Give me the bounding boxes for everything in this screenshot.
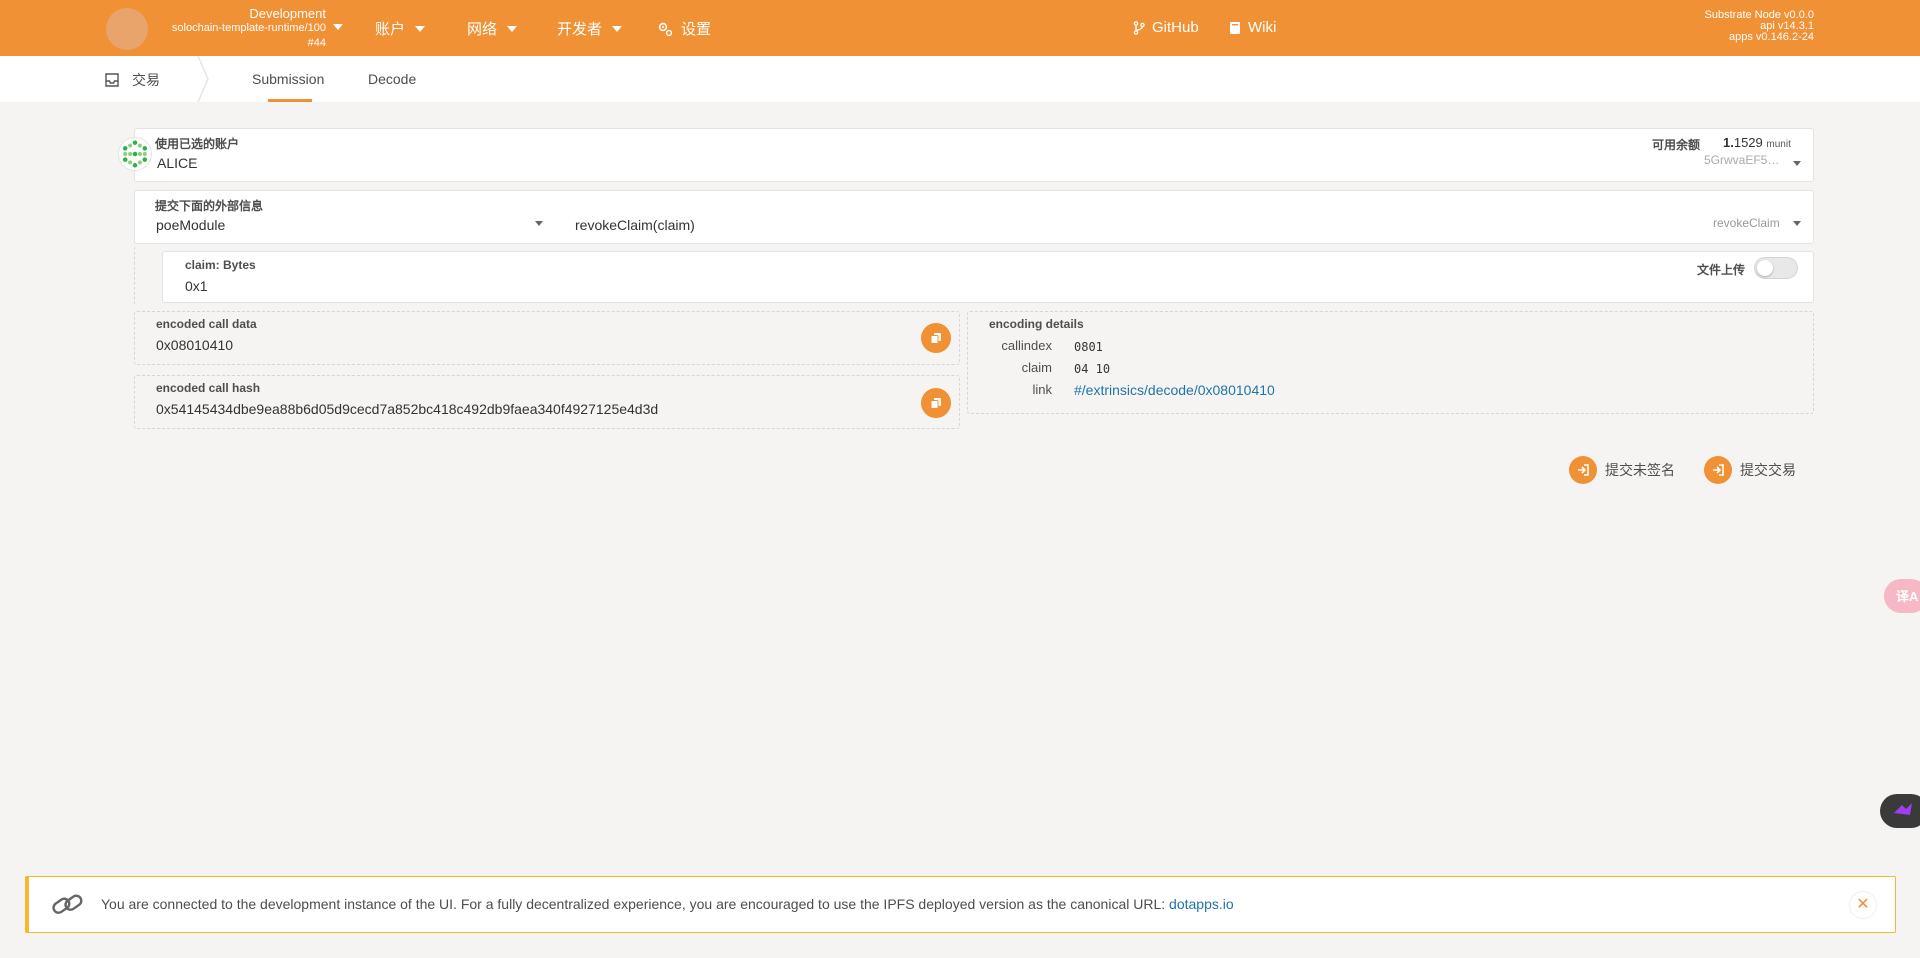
wiki-link[interactable]: Wiki — [1228, 19, 1276, 36]
call-select[interactable]: revokeClaim(claim) — [575, 217, 695, 233]
encoding-details-label: encoding details — [989, 317, 1084, 331]
claim-param-label: claim: Bytes — [185, 258, 256, 272]
link-key: link — [1032, 382, 1052, 397]
balance-label: 可用余额 — [1652, 138, 1701, 152]
tab-submission[interactable]: Submission — [252, 71, 324, 87]
copy-call-data-button[interactable] — [921, 323, 951, 353]
chevron-down-icon[interactable] — [1793, 221, 1801, 226]
chevron-down-icon — [612, 25, 623, 32]
callindex-value: 0801 — [1074, 340, 1103, 354]
encoded-call-data-value: 0x08010410 — [156, 337, 234, 353]
account-address: 5GrwvaEF5… — [1704, 153, 1780, 167]
claim-input[interactable]: 0x1 — [185, 278, 208, 294]
encoded-call-hash-value: 0x54145434dbe9ea88b6d05d9cecd7a852bc418c… — [156, 401, 659, 417]
translate-widget[interactable]: 译A — [1884, 579, 1920, 613]
chain-selector[interactable]: Development solochain-template-runtime/1… — [150, 6, 326, 51]
nav-network[interactable]: 网络 — [467, 18, 518, 39]
account-identicon — [118, 137, 152, 171]
submit-transaction-button[interactable]: 提交交易 — [1704, 456, 1796, 484]
chevron-down-icon — [415, 25, 426, 32]
submit-unsigned-button[interactable]: 提交未签名 — [1569, 456, 1675, 484]
section-title: 交易 — [104, 70, 160, 90]
translate-label: 译A — [1896, 589, 1919, 604]
nav-developer-label: 开发者 — [557, 21, 603, 38]
chevron-down-icon — [1793, 161, 1801, 166]
file-upload-label: 文件上传 — [1697, 263, 1746, 277]
extension-icon — [1894, 803, 1912, 815]
nav-settings-label: 设置 — [681, 21, 712, 38]
claim-value: 04 10 — [1074, 362, 1111, 376]
encoded-call-data: encoded call data 0x08010410 — [134, 311, 960, 365]
chevron-down-icon[interactable] — [535, 221, 543, 226]
encoded-call-hash: encoded call hash 0x54145434dbe9ea88b6d0… — [134, 375, 960, 429]
dev-instance-banner: You are connected to the development ins… — [25, 876, 1896, 933]
encoded-call-data-label: encoded call data — [156, 317, 257, 331]
active-tab-indicator — [268, 99, 312, 102]
nav-settings[interactable]: 设置 — [657, 18, 711, 39]
chevron-down-icon[interactable] — [333, 24, 343, 30]
nav-accounts[interactable]: 账户 — [375, 18, 426, 39]
balance-integer: 1. — [1723, 135, 1734, 150]
extrinsic-selector: 提交下面的外部信息 poeModule revokeClaim(claim) r… — [134, 190, 1814, 244]
copy-icon — [930, 398, 941, 409]
chain-logo[interactable] — [106, 8, 148, 50]
account-label: 使用已选的账户 — [155, 137, 240, 151]
apps-version: apps v0.146.2-24 — [1728, 31, 1814, 43]
submit-transaction-label: 提交交易 — [1740, 462, 1796, 478]
chevron-down-icon — [507, 25, 518, 32]
balance-fraction: 1529 — [1733, 135, 1763, 150]
sub-nav-bar: 交易 Submission Decode — [0, 56, 1920, 102]
encoded-call-hash-label: encoded call hash — [156, 381, 261, 395]
gear-icon — [658, 22, 673, 36]
toggle-knob — [1757, 260, 1773, 276]
balance-unit: munit — [1766, 139, 1791, 150]
claim-param: claim: Bytes 0x1 文件上传 — [162, 251, 1814, 303]
tab-decode[interactable]: Decode — [368, 71, 416, 87]
nav-accounts-label: 账户 — [375, 21, 406, 38]
top-bar: Development solochain-template-runtime/1… — [0, 0, 1920, 56]
copy-call-hash-button[interactable] — [921, 388, 951, 418]
book-icon — [1230, 21, 1240, 34]
banner-message: You are connected to the development ins… — [101, 896, 1234, 912]
section-label: 交易 — [132, 72, 160, 88]
copy-icon — [930, 333, 941, 344]
decode-link[interactable]: #/extrinsics/decode/0x08010410 — [1074, 382, 1275, 398]
breadcrumb-separator-icon — [197, 56, 209, 102]
github-label: GitHub — [1152, 19, 1199, 36]
encoding-details: encoding details callindex 0801 claim 04… — [967, 311, 1814, 414]
submit-unsigned-label: 提交未签名 — [1605, 462, 1675, 478]
module-select[interactable]: poeModule — [156, 217, 225, 233]
block-number: #44 — [307, 37, 326, 49]
callindex-key: callindex — [1001, 338, 1052, 353]
inbox-icon — [105, 73, 119, 87]
dotapps-link[interactable]: dotapps.io — [1169, 896, 1234, 912]
link-icon — [52, 894, 83, 914]
nav-network-label: 网络 — [467, 21, 498, 38]
wiki-label: Wiki — [1248, 19, 1277, 36]
github-link[interactable]: GitHub — [1132, 19, 1199, 36]
runtime-version: solochain-template-runtime/100 — [171, 22, 326, 34]
banner-text: You are connected to the development ins… — [101, 896, 1170, 912]
call-short-name: revokeClaim — [1713, 216, 1780, 230]
banner-close-button[interactable]: ✕ — [1849, 891, 1877, 919]
balance-value: 1.1529 munit — [1723, 135, 1791, 150]
claim-key: claim — [1021, 360, 1052, 375]
code-branch-icon — [1133, 20, 1145, 35]
account-selector[interactable]: 使用已选的账户 ALICE 可用余额 1.1529 munit 5GrwvaEF… — [134, 128, 1814, 182]
sign-in-icon — [1569, 456, 1597, 484]
account-name: ALICE — [157, 155, 198, 171]
file-upload-toggle[interactable] — [1754, 257, 1798, 279]
extension-widget[interactable] — [1880, 794, 1920, 828]
version-info: Substrate Node v0.0.0 api v14.3.1 apps v… — [1705, 10, 1814, 43]
chain-name: Development — [249, 6, 326, 21]
extrinsic-label: 提交下面的外部信息 — [155, 199, 264, 213]
sign-in-icon — [1704, 456, 1732, 484]
nav-developer[interactable]: 开发者 — [557, 18, 623, 39]
